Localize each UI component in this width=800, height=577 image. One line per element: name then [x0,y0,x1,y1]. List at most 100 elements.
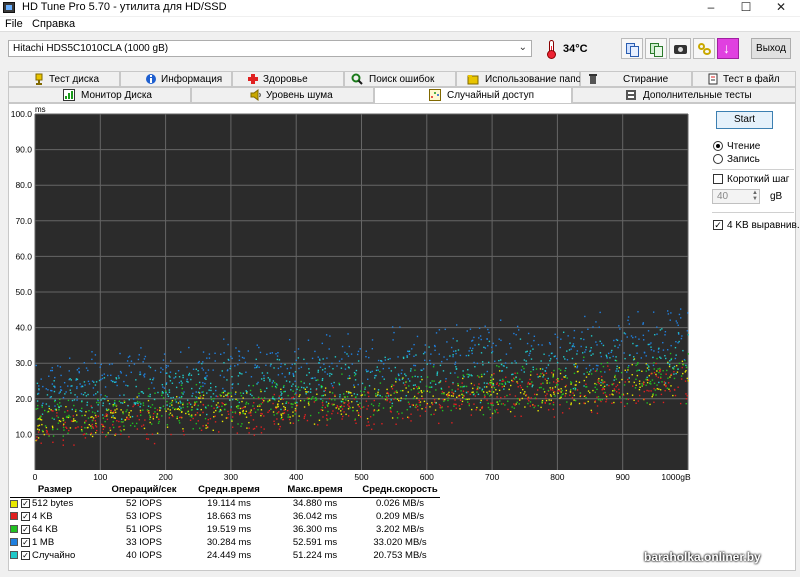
scatter-point [343,411,345,413]
short-step-checkbox[interactable] [713,174,723,184]
scatter-point [190,409,193,411]
scatter-point [410,389,413,391]
scatter-point [646,376,648,379]
tab-info[interactable]: Информация [120,71,232,87]
close-button[interactable]: ✕ [764,0,798,16]
series-checkbox[interactable]: ✓ [21,550,30,560]
scatter-point [152,416,155,418]
copy-info-button[interactable] [621,38,643,59]
scatter-point [257,405,259,407]
scatter-point [364,394,366,396]
scatter-point [306,362,308,365]
scatter-point [612,382,615,385]
scatter-point [359,348,361,350]
scatter-point [68,370,70,372]
scatter-point [230,392,232,394]
menu-help[interactable]: Справка [32,18,75,30]
tab-health[interactable]: Здоровье [232,71,344,87]
scatter-point [619,396,621,399]
scatter-point [317,356,319,358]
scatter-point [618,325,620,327]
tab-random-access[interactable]: Случайный доступ [374,87,572,104]
read-radio[interactable] [713,141,723,151]
series-checkbox[interactable]: ✓ [21,511,30,521]
drive-select[interactable]: Hitachi HDS5C1010CLA (1000 gB) ⌄ [8,40,532,57]
scatter-point [54,405,56,407]
scatter-point [91,358,93,361]
write-radio[interactable] [713,154,723,164]
scatter-point [492,404,494,406]
x-tick-label: 0 [33,472,38,482]
scatter-point [230,409,232,411]
scatter-point [541,344,543,346]
tab-folder-usage[interactable]: Использование папок [456,71,586,87]
scatter-point [258,366,260,368]
scatter-point [409,380,411,382]
tab-extra-tests[interactable]: Дополнительные тесты [572,87,796,103]
scatter-point [565,384,567,387]
options-button[interactable] [693,38,715,59]
scatter-point [656,333,658,335]
scatter-point [139,401,141,403]
scatter-point [611,383,613,386]
scatter-point [71,408,73,411]
series-checkbox[interactable]: ✓ [21,537,30,547]
scatter-point [441,392,443,395]
tab-error-scan[interactable]: Поиск ошибок [344,71,456,87]
scatter-point [284,376,286,378]
scatter-point [329,372,331,375]
scatter-point [72,418,75,420]
minimize-button[interactable]: – [694,0,728,16]
series-checkbox[interactable]: ✓ [21,499,30,509]
scatter-point [450,395,453,397]
scatter-point [471,349,473,352]
scatter-point [153,398,156,401]
scatter-point [452,350,455,352]
scatter-point [527,381,530,384]
save-button[interactable]: ↓ [717,38,739,59]
scatter-point [320,386,323,388]
short-step-input[interactable]: 40 ▲ ▼ [712,189,760,204]
exit-button[interactable]: Выход [751,38,791,59]
scatter-point [513,332,515,335]
copy-all-button[interactable] [645,38,667,59]
scatter-point [237,375,240,377]
maximize-button[interactable]: ☐ [729,0,763,16]
scatter-point [113,402,116,404]
scatter-point [504,381,506,384]
scatter-point [108,403,111,405]
scatter-point [472,393,475,396]
scatter-point [483,394,486,396]
scatter-point [158,420,160,423]
screenshot-button[interactable] [669,38,691,59]
tab-disk-monitor[interactable]: Монитор Диска [8,87,191,103]
tab-benchmark[interactable]: Тест диска [8,71,120,87]
scatter-point [177,370,180,372]
start-button[interactable]: Start [716,111,773,129]
tab-erase[interactable]: Стирание [580,71,692,87]
series-checkbox[interactable]: ✓ [21,524,30,534]
scatter-point [606,384,608,386]
scatter-point [658,347,660,350]
scatter-point [552,373,555,375]
scatter-point [221,414,223,416]
scatter-point [185,412,187,415]
menu-file[interactable]: File [5,18,23,30]
scatter-point [292,411,294,413]
scatter-point [202,411,204,414]
scatter-point [56,412,58,414]
tab-noise-level[interactable]: Уровень шума [191,87,374,103]
scatter-point [594,400,597,402]
scatter-point [308,404,310,406]
spinner-arrows-icon[interactable]: ▲ ▼ [752,190,758,202]
tab-file-benchmark[interactable]: Тест в файл [692,71,796,87]
scatter-point [278,400,280,402]
scatter-point [72,415,75,417]
align-4kb-checkbox[interactable]: ✓ [713,220,723,230]
scatter-point [572,387,575,390]
scatter-point [431,402,433,404]
scatter-point [410,413,412,415]
scatter-point [205,427,207,429]
scatter-point [182,403,184,406]
col-speed: Средн.скорость [360,483,440,498]
